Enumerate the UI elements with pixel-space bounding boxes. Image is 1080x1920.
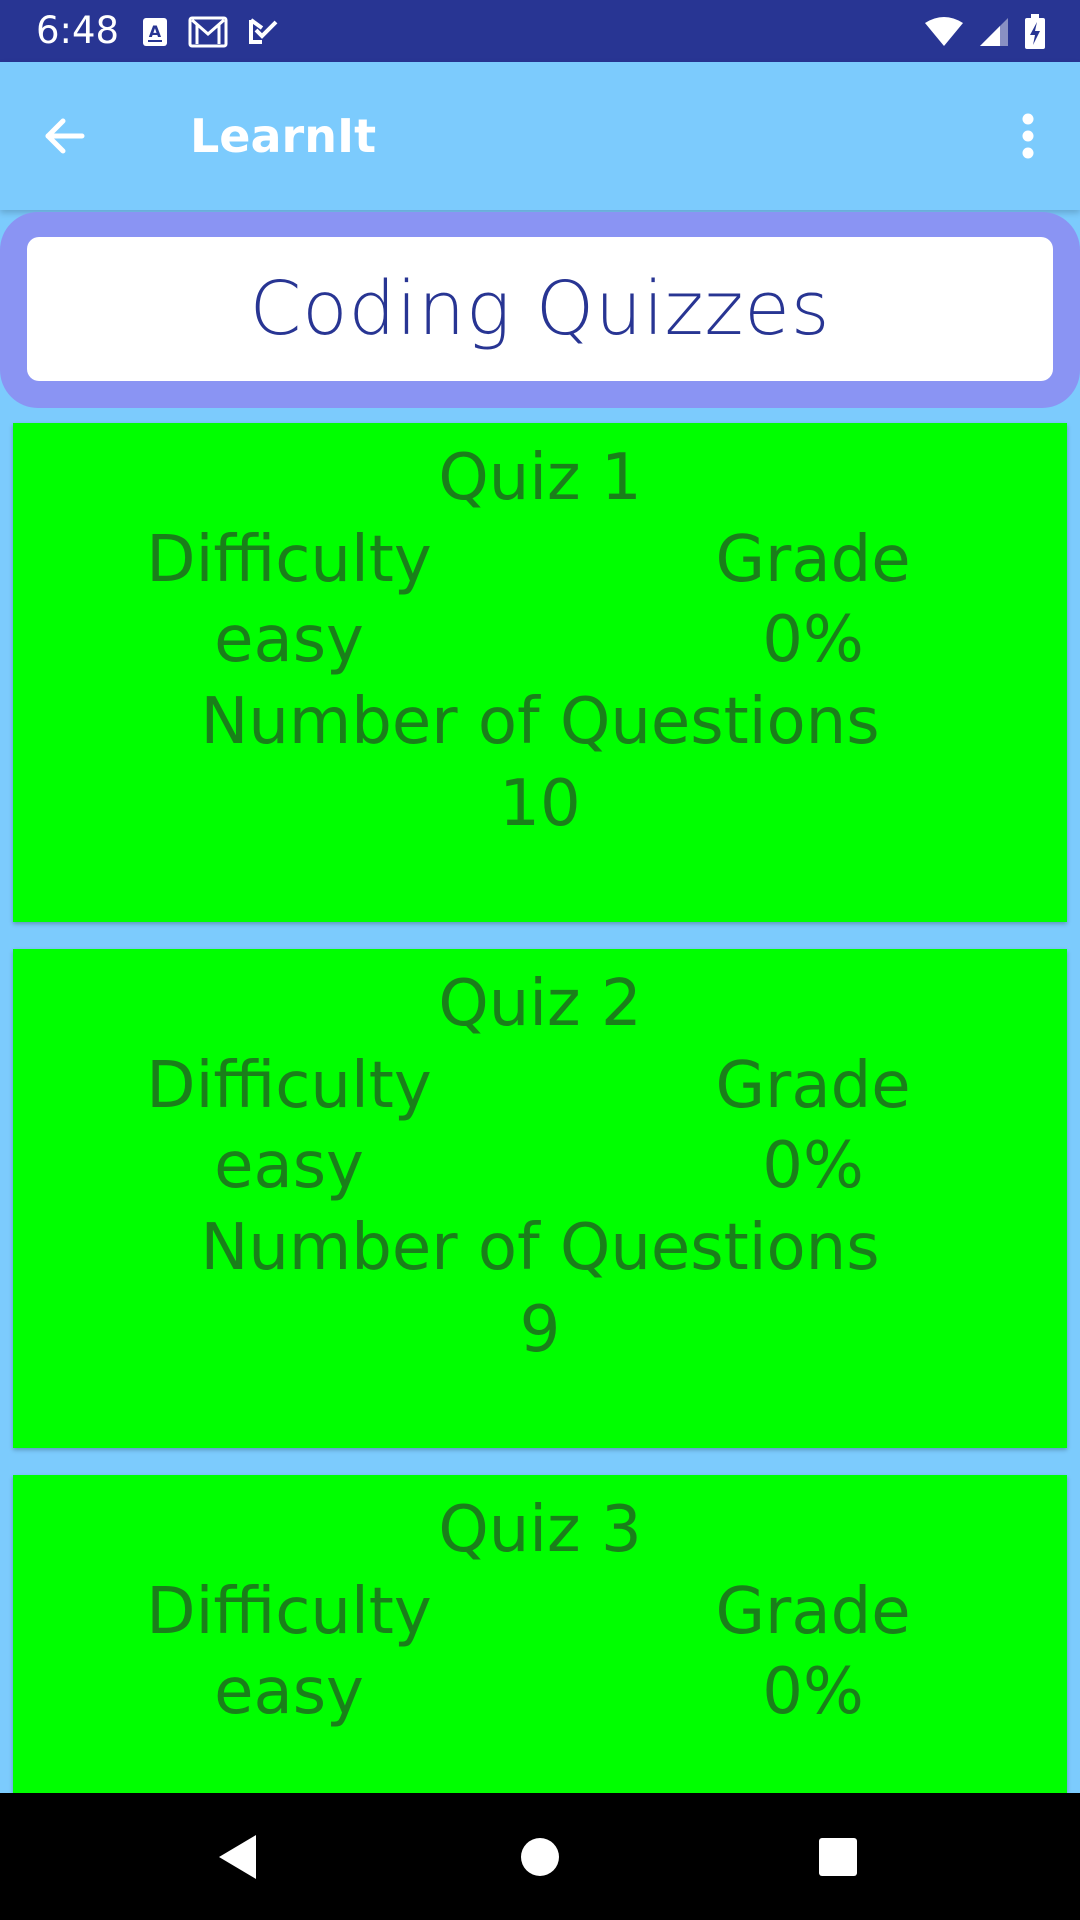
difficulty-label: Difficulty bbox=[146, 1049, 432, 1123]
nav-back-icon bbox=[219, 1835, 256, 1879]
num-questions-label: Number of Questions bbox=[200, 1211, 880, 1285]
difficulty-value: easy bbox=[214, 603, 364, 677]
grade-label: Grade bbox=[715, 523, 911, 597]
grade-label: Grade bbox=[715, 1049, 911, 1123]
nav-recents-icon bbox=[819, 1838, 857, 1876]
nav-home-icon bbox=[521, 1838, 559, 1876]
quiz-list[interactable]: Quiz 1 Difficulty Grade easy 0% Number o… bbox=[0, 0, 1080, 1793]
difficulty-value: easy bbox=[214, 1129, 364, 1203]
quiz-title: Quiz 1 bbox=[438, 441, 642, 515]
grade-value: 0% bbox=[762, 1655, 864, 1729]
system-nav-bar bbox=[0, 1793, 1080, 1920]
nav-back-button[interactable] bbox=[202, 1821, 274, 1893]
nav-recents-button[interactable] bbox=[802, 1821, 874, 1893]
difficulty-label: Difficulty bbox=[146, 523, 432, 597]
quiz-card[interactable]: Quiz 3 Difficulty Grade easy 0% bbox=[13, 1475, 1067, 1793]
num-questions-value: 10 bbox=[499, 767, 581, 841]
nav-home-button[interactable] bbox=[504, 1821, 576, 1893]
difficulty-label: Difficulty bbox=[146, 1575, 432, 1649]
quiz-card[interactable]: Quiz 2 Difficulty Grade easy 0% Number o… bbox=[13, 949, 1067, 1448]
quiz-title: Quiz 2 bbox=[438, 967, 642, 1041]
num-questions-value: 9 bbox=[519, 1293, 561, 1367]
grade-label: Grade bbox=[715, 1575, 911, 1649]
quiz-title: Quiz 3 bbox=[438, 1493, 642, 1567]
grade-value: 0% bbox=[762, 603, 864, 677]
grade-value: 0% bbox=[762, 1129, 864, 1203]
quiz-card[interactable]: Quiz 1 Difficulty Grade easy 0% Number o… bbox=[13, 423, 1067, 922]
difficulty-value: easy bbox=[214, 1655, 364, 1729]
num-questions-label: Number of Questions bbox=[200, 685, 880, 759]
